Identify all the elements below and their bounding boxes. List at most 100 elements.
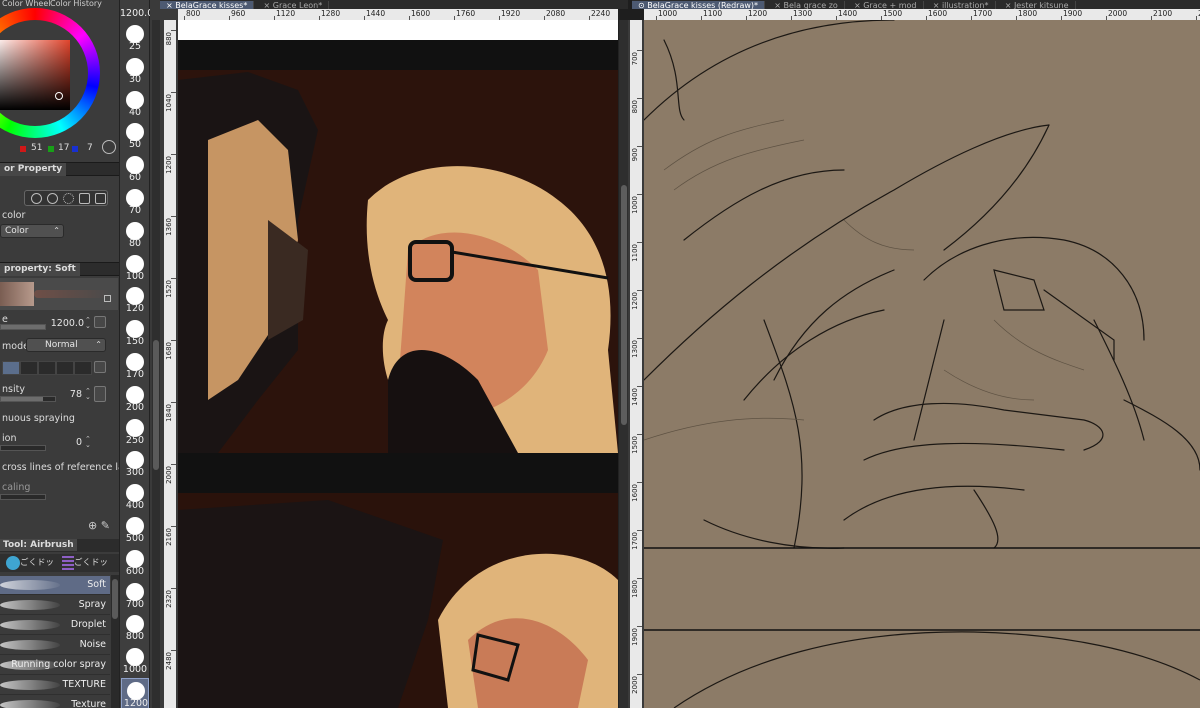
brush-size-option[interactable]: 300 [121, 448, 149, 480]
reference-layer-label[interactable]: cross lines of reference layer [2, 462, 119, 473]
brush-size-slider[interactable] [0, 324, 46, 330]
color-history-tab[interactable]: Color History [50, 0, 102, 8]
texture-group-icon [62, 556, 74, 570]
brush-item-running-color-spray[interactable]: Running color spray [0, 656, 110, 675]
ruler-tick [637, 290, 642, 291]
doc-tab-bela-grace-zo[interactable]: × Bela grace zo [768, 1, 845, 9]
right-canvas[interactable] [644, 20, 1200, 708]
brush-item-droplet[interactable]: Droplet [0, 616, 110, 635]
brush-size-option[interactable]: 150 [121, 317, 149, 349]
density-value[interactable]: 78 [62, 389, 82, 400]
tool-property-title[interactable]: property: Soft [0, 263, 80, 276]
continuous-spraying-label[interactable]: nuous spraying [2, 413, 75, 424]
ruler-label: 1000 [631, 196, 639, 214]
ruler-label: 1200 [748, 9, 768, 18]
brush-list-scrollbar[interactable] [111, 575, 119, 708]
brush-size-option[interactable]: 40 [121, 88, 149, 120]
mix-color-value: Color [5, 226, 29, 236]
doc-tab-jester-kitsune[interactable]: × Jester kitsune [999, 1, 1076, 9]
brush-item-texture[interactable]: Texture [0, 696, 110, 708]
brush-size-option[interactable]: 50 [121, 120, 149, 152]
ruler-tick [171, 650, 176, 651]
brush-item-soft[interactable]: Soft [0, 576, 110, 595]
lock-icon[interactable] [104, 295, 111, 302]
ruler-label: 1440 [366, 9, 386, 18]
download-icon[interactable]: ⊕ [88, 519, 97, 532]
brush-size-option[interactable]: 400 [121, 481, 149, 513]
brush-size-option[interactable]: 25 [121, 22, 149, 54]
color-picker-cursor[interactable] [55, 92, 63, 100]
dotted-shape-icon[interactable] [63, 193, 74, 204]
left-canvas[interactable] [178, 20, 618, 708]
ruler-label: 1300 [631, 340, 639, 358]
brush-size-option[interactable]: 1200 [121, 678, 149, 708]
doc-tab-redraw[interactable]: ⊙ BelaGrace kisses (Redraw)* [632, 1, 766, 9]
ruler-tick [171, 216, 176, 217]
brush-size-option[interactable]: 600 [121, 547, 149, 579]
green-swatch [48, 146, 54, 152]
left-canvas-right-scrollbar[interactable] [618, 20, 628, 708]
blend-mode-dropdown[interactable]: Normal ⌃ [26, 338, 106, 352]
color-mode-toggle-icon[interactable] [102, 140, 116, 154]
subtool-group-1[interactable]: ごくドッ [6, 556, 54, 570]
brush-size-option[interactable]: 100 [121, 252, 149, 284]
brush-tip-icon[interactable] [95, 193, 106, 204]
scaling-slider[interactable] [0, 494, 46, 500]
rotation-slider[interactable] [0, 445, 46, 451]
brush-size-option[interactable]: 120 [121, 284, 149, 316]
brush-item-spray[interactable]: Spray [0, 596, 110, 615]
brush-size-option-label: 300 [125, 467, 145, 479]
ruler-label: 1200 [631, 292, 639, 310]
brush-item-texture-upper[interactable]: TEXTURE [0, 676, 110, 695]
wrench-icon[interactable]: ✎ [101, 519, 110, 532]
color-wheel-tab[interactable]: Color Wheel [2, 0, 50, 8]
doc-tab-grace-leon[interactable]: × Grace Leon* [258, 1, 330, 9]
round-shape-icon[interactable] [31, 193, 42, 204]
mix-color-dropdown[interactable]: Color ⌃ [0, 224, 64, 238]
brush-size-option[interactable]: 200 [121, 383, 149, 415]
brush-item-noise[interactable]: Noise [0, 636, 110, 655]
density-spinner[interactable]: ⌃ ⌄ [85, 388, 91, 401]
color-property-title[interactable]: or Property [0, 163, 67, 176]
doc-tab-belagrace-kisses[interactable]: × BelaGrace kisses* [160, 1, 255, 9]
right-vertical-ruler: 700 800 900 1000 1100 1200 1300 1400 1500 1600 170… [630, 20, 642, 708]
rotation-spinner[interactable]: ⌃ ⌄ [85, 436, 91, 449]
rotation-value[interactable]: 0 [60, 437, 82, 448]
soft-shape-icon[interactable] [47, 193, 58, 204]
brush-shape-selector[interactable] [24, 190, 108, 206]
ruler-tick [637, 482, 642, 483]
red-swatch [20, 146, 26, 152]
doc-tab-illustration[interactable]: × illustration* [927, 1, 996, 9]
doc-tab-grace-mod[interactable]: × Grace + mod [848, 1, 924, 9]
brush-size-option[interactable]: 30 [121, 55, 149, 87]
density-slider[interactable] [0, 396, 56, 402]
brush-size-option[interactable]: 1000 [121, 645, 149, 677]
brush-size-option-label: 150 [125, 336, 145, 348]
chevron-right-icon[interactable] [94, 361, 106, 373]
ruler-tick [637, 242, 642, 243]
left-document-tabs: × BelaGrace kisses* × Grace Leon* [160, 0, 628, 9]
brush-size-spinner[interactable]: ⌃ ⌄ [85, 317, 91, 330]
brush-size-option[interactable]: 250 [121, 416, 149, 448]
texture-tone-selector[interactable] [0, 361, 108, 375]
square-shape-icon[interactable] [79, 193, 90, 204]
density-pressure-button[interactable] [94, 386, 106, 402]
ruler-label: 1920 [501, 9, 521, 18]
pen-pressure-button[interactable] [94, 316, 106, 328]
group-label-2: ごくドッ [74, 558, 109, 568]
subtool-title[interactable]: Tool: Airbrush [0, 539, 77, 551]
brush-size-option[interactable]: 700 [121, 580, 149, 612]
brush-size-option[interactable]: 80 [121, 219, 149, 251]
left-canvas-vertical-scrollbar[interactable] [152, 20, 160, 708]
brush-size-option[interactable]: 500 [121, 514, 149, 546]
brush-size-option-label: 1200 [123, 698, 149, 708]
brush-label: Noise [79, 639, 106, 650]
subtool-group-2[interactable]: ごくドッ [62, 556, 108, 570]
brush-size-option[interactable]: 60 [121, 153, 149, 185]
ruler-tick [637, 50, 642, 51]
brush-size-value[interactable]: 1200.0 [46, 318, 84, 329]
ruler-label: 960 [231, 9, 246, 18]
brush-size-option[interactable]: 800 [121, 612, 149, 644]
brush-size-option[interactable]: 70 [121, 186, 149, 218]
brush-size-option[interactable]: 170 [121, 350, 149, 382]
